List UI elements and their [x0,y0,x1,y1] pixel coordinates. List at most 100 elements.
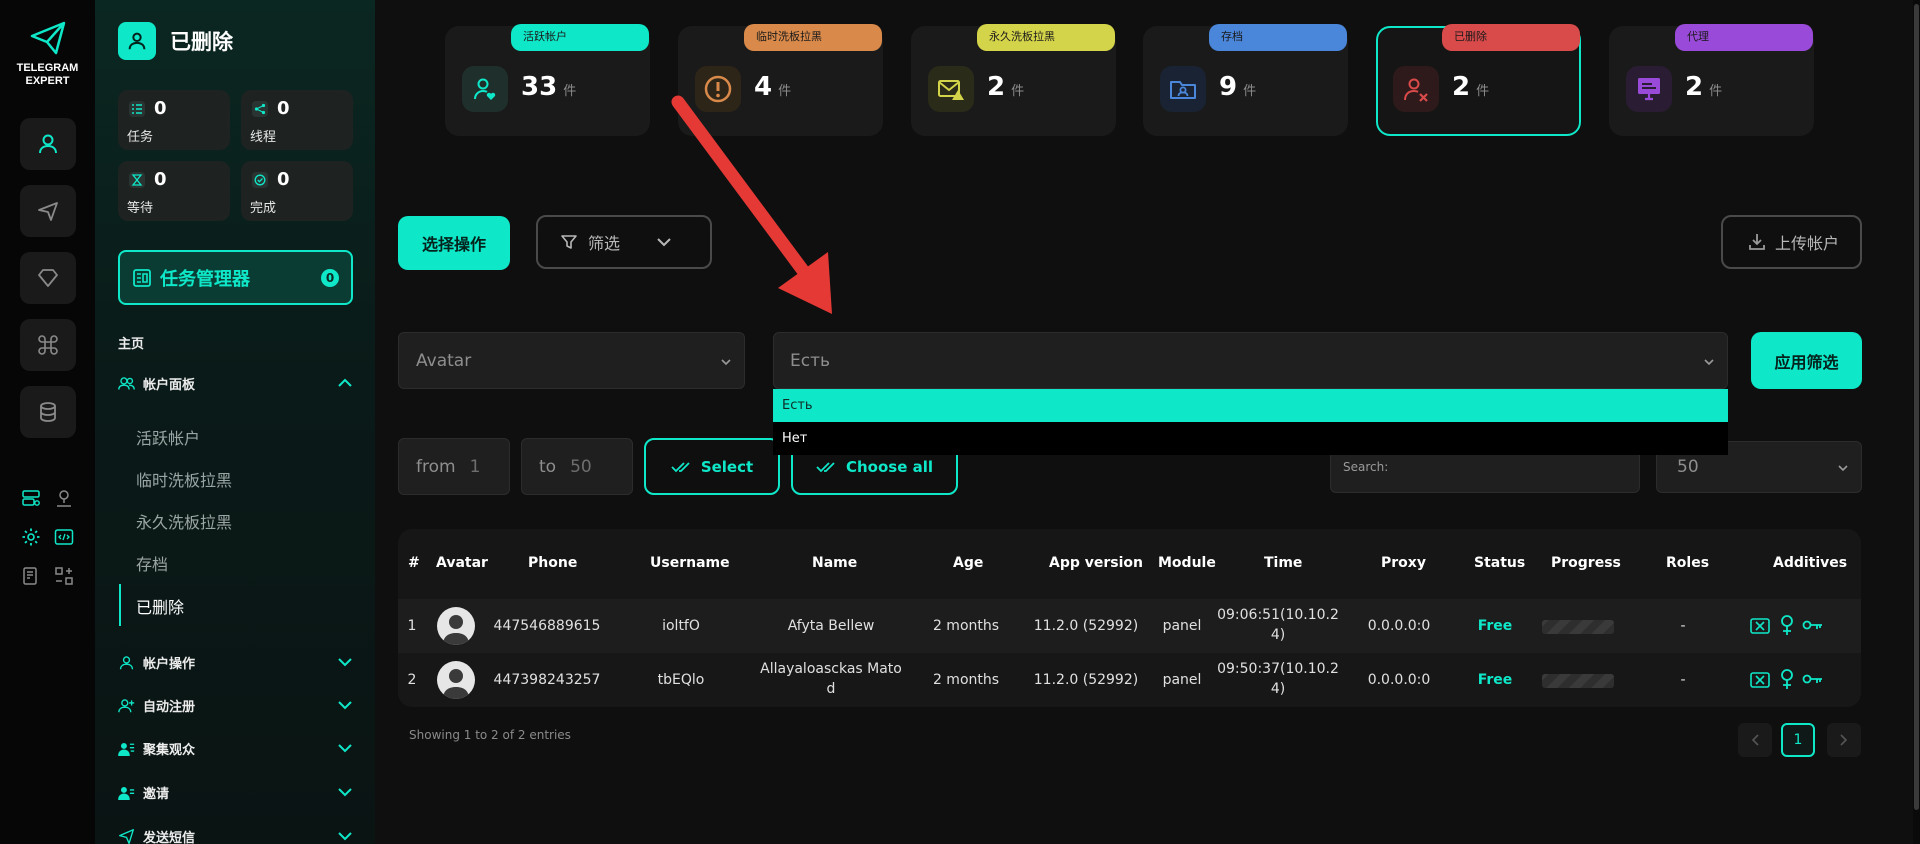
stat-done-num: 0 [277,169,290,190]
filter-field-select[interactable]: Avatar [398,332,745,389]
cell-time-line2: 4) [1270,627,1286,643]
sidebar-item-archive[interactable]: 存档 [136,551,168,575]
rail-server-button[interactable] [19,486,43,510]
select-range-button[interactable]: Select [644,438,780,495]
filter-button-label: 筛选 [588,234,621,253]
filter-value-select[interactable]: Есть [773,332,1728,389]
nav-group-invite[interactable]: 邀请 [118,781,353,803]
chevron-down-icon [338,788,352,797]
avatar [437,661,475,699]
chevron-down-icon [1704,359,1714,366]
download-icon [1749,234,1765,250]
col-status[interactable]: Status [1474,555,1525,571]
cell-app-version: 11.2.0 (52992) [1033,672,1139,688]
grid-icon [55,567,73,585]
nav-group-send-sms[interactable]: 发送短信 [118,825,353,844]
hourglass-icon [129,172,145,188]
notes-icon [23,567,37,585]
cell-module: panel [1162,618,1202,634]
nav-home[interactable]: 主页 [118,333,144,352]
range-from-value: 1 [469,456,481,477]
rail-accounts-button[interactable] [20,118,76,170]
table-row[interactable]: 2 447398243257 tbEQlo Allayaloasckas Mat… [398,653,1861,707]
scrollbar-thumb[interactable] [1914,4,1919,810]
card-archive[interactable]: 存档 9件 [1143,24,1348,136]
col-roles[interactable]: Roles [1666,555,1709,571]
table-row[interactable]: 1 447546889615 ioltfO Afyta Bellew 2 mon… [398,599,1861,653]
sidebar-item-deleted[interactable]: 已删除 [136,594,184,618]
pager-page-1[interactable]: 1 [1781,723,1815,757]
rail-database-button[interactable] [20,386,76,438]
cell-name: Afyta Bellew [787,618,875,634]
range-to-field[interactable]: to 50 [521,438,633,495]
key-icon[interactable] [1802,616,1824,634]
nav-group-auto-register[interactable]: 自动注册 [118,694,353,716]
card-count: 2件 [1452,72,1490,102]
stat-threads-label: 线程 [250,130,277,145]
col-app-version[interactable]: App version [1049,555,1143,571]
range-from-field[interactable]: from 1 [398,438,510,495]
col-phone[interactable]: Phone [528,555,577,571]
card-pill: 活跃帐户 [511,24,649,51]
task-manager-button[interactable]: 任务管理器 0 [118,250,353,305]
chevron-down-icon [338,744,352,753]
rail-diamond-button[interactable] [20,252,76,304]
cell-age: 2 months [932,618,1000,634]
user-badge-icon [118,22,156,60]
nav-group-auto-register-label: 自动注册 [143,699,196,715]
female-icon[interactable] [1778,614,1796,636]
apply-filter-button[interactable]: 应用筛选 [1751,332,1862,389]
card-deleted[interactable]: 已删除 2件 [1376,24,1581,136]
close-box-icon[interactable] [1750,670,1770,690]
dropdown-option-yes[interactable]: Есть [773,389,1728,422]
rail-send-button[interactable] [20,185,76,237]
sidebar-item-temp-blacklist[interactable]: 临时洗板拉黑 [136,467,232,491]
upload-accounts-label: 上传帐户 [1775,234,1840,253]
col-time[interactable]: Time [1264,555,1302,571]
progress-bar [1542,674,1614,688]
col-username[interactable]: Username [650,555,730,571]
stat-waiting-num: 0 [154,169,167,190]
sidebar-item-perm-blacklist[interactable]: 永久洗板拉黑 [136,509,232,533]
card-count: 9件 [1219,72,1257,102]
col-module[interactable]: Module [1158,555,1216,571]
col-progress[interactable]: Progress [1551,555,1621,571]
col-age[interactable]: Age [953,555,983,571]
sidebar-item-active-accounts[interactable]: 活跃帐户 [136,425,200,449]
nav-group-account-ops[interactable]: 帐户操作 [118,651,353,673]
nav-group-account-panel[interactable]: 帐户面板 [118,372,353,394]
upload-accounts-button[interactable]: 上传帐户 [1721,215,1862,269]
key-icon[interactable] [1802,670,1824,688]
rail-location-button[interactable] [52,486,76,510]
card-active-accounts[interactable]: 活跃帐户 33 件 [445,24,650,136]
close-box-icon[interactable] [1750,616,1770,636]
cell-index: 2 [407,672,417,688]
cell-time-line2: 4) [1270,681,1286,697]
rail-notes-button[interactable] [19,564,43,588]
rail-code-button[interactable] [52,525,76,549]
search-placeholder: Search: [1343,460,1389,474]
annotation-arrow-icon [671,95,832,314]
range-to-value: 50 [570,456,592,477]
nav-group-invite-label: 邀请 [143,786,170,802]
col-name[interactable]: Name [812,555,857,571]
col-index: # [408,555,420,571]
rail-grid-button[interactable] [52,564,76,588]
rail-gear-button[interactable] [19,525,43,549]
dropdown-option-no[interactable]: Нет [773,425,1728,455]
rail-command-button[interactable] [20,319,76,371]
stat-tasks-label: 任务 [127,130,154,145]
cell-phone: 447546889615 [493,618,601,634]
card-proxy[interactable]: 代理 2件 [1609,24,1814,136]
pager-prev-button[interactable] [1738,723,1772,757]
female-icon[interactable] [1778,668,1796,690]
filter-icon [561,235,577,249]
scrollbar-track[interactable] [1913,0,1920,844]
card-perm-blacklist[interactable]: 永久洗板拉黑 2件 [911,24,1116,136]
pager-next-button[interactable] [1827,723,1861,757]
col-proxy[interactable]: Proxy [1381,555,1426,571]
cell-status: Free [1477,672,1513,688]
nav-group-gather-audience[interactable]: 聚集观众 [118,737,353,759]
card-pill: 存档 [1209,24,1347,51]
select-action-button[interactable]: 选择操作 [398,216,510,270]
